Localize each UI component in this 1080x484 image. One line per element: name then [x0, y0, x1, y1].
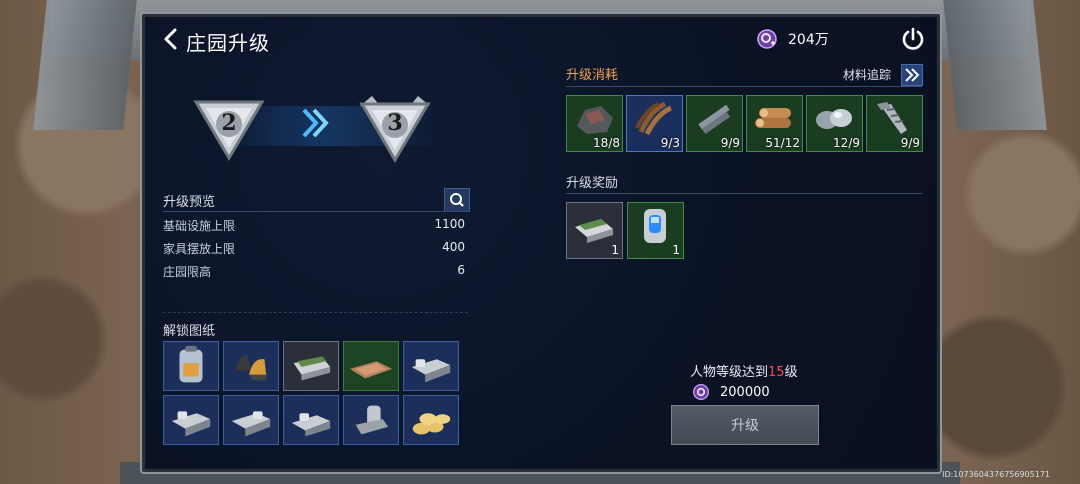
blueprint-item[interactable] — [343, 341, 399, 391]
blueprints-title: 解锁图纸 — [163, 324, 216, 339]
planter-icon — [293, 356, 331, 381]
cost-divider — [566, 86, 922, 87]
material-count: 12/9 — [833, 136, 860, 150]
chevron-right-icon — [302, 108, 329, 138]
screw-icon — [877, 102, 907, 134]
material-item[interactable]: 18/8 — [566, 95, 623, 152]
double-chevron-right-icon — [905, 68, 920, 82]
dotted-divider — [163, 312, 468, 313]
material-item[interactable]: 51/12 — [746, 95, 803, 152]
material-list: 18/8 9/3 9/9 51/12 12/9 9/9 — [566, 95, 923, 152]
gloves-icon — [235, 355, 267, 381]
material-tracking-label[interactable]: 材料追踪 — [843, 66, 891, 83]
upgrade-button[interactable]: 升级 — [671, 405, 819, 445]
machine-frame-right — [943, 0, 1047, 130]
currency-display: 204万 — [756, 28, 829, 50]
ore-icon — [577, 106, 613, 134]
planter-icon — [575, 219, 613, 243]
requirement-suffix: 级 — [784, 365, 798, 380]
metal-parts-icon — [698, 104, 731, 135]
currency-coin-icon — [693, 384, 709, 400]
stat-label: 庄园限高 — [163, 265, 212, 279]
requirement-prefix: 人物等级达到 — [690, 365, 769, 380]
blueprint-item[interactable] — [403, 395, 459, 445]
sofa-icon — [411, 359, 451, 383]
current-rank-number: 2 — [221, 110, 237, 136]
material-count: 9/3 — [660, 136, 680, 150]
rank-progression: 2 3 — [180, 92, 460, 172]
page-title: 庄园升级 — [186, 31, 270, 55]
blueprint-item[interactable] — [283, 341, 339, 391]
preview-title: 升级预览 — [163, 195, 216, 210]
backpack-icon — [179, 345, 203, 383]
blueprint-item[interactable] — [283, 395, 339, 445]
sofa-icon — [291, 413, 331, 437]
upgrade-cost: 200000 — [692, 383, 770, 401]
reward-count: 1 — [672, 243, 680, 257]
reward-list: 1 1 — [566, 202, 684, 259]
sofa-icon — [171, 411, 211, 437]
reward-item[interactable]: 1 — [627, 202, 684, 259]
stat-row: 家具摆放上限 400 — [163, 240, 465, 257]
material-item[interactable]: 9/3 — [626, 95, 683, 152]
reward-item[interactable]: 1 — [566, 202, 623, 259]
logs-icon — [755, 108, 791, 128]
stat-label: 基础设施上限 — [163, 219, 236, 233]
blueprint-item[interactable] — [343, 395, 399, 445]
glass-icon — [816, 109, 852, 129]
next-rank-number: 3 — [387, 110, 403, 136]
wood-strips-icon — [635, 101, 673, 136]
blueprint-grid — [163, 341, 459, 445]
material-count: 9/9 — [900, 136, 920, 150]
next-rank-badge: 3 — [356, 92, 434, 164]
rewards-title: 升级奖励 — [566, 176, 619, 191]
reward-count: 1 — [611, 243, 619, 257]
material-item[interactable]: 12/9 — [806, 95, 863, 152]
required-level: 15 — [768, 365, 785, 380]
back-arrow-icon[interactable] — [157, 25, 185, 53]
blueprint-item[interactable] — [223, 395, 279, 445]
material-tracking-button[interactable] — [901, 64, 923, 86]
search-icon — [450, 193, 464, 207]
currency-amount: 204万 — [788, 32, 829, 48]
level-requirement: 人物等级达到15级 — [690, 361, 798, 380]
player-id: ID:1073604376756905171 — [942, 470, 1050, 479]
capsule-icon — [644, 209, 666, 243]
currency-coin-icon — [757, 29, 777, 49]
stat-value: 1100 — [434, 217, 465, 231]
blueprint-item[interactable] — [403, 341, 459, 391]
preview-search-button[interactable] — [444, 188, 470, 212]
sandbags-icon — [412, 413, 451, 435]
blueprint-item[interactable] — [163, 395, 219, 445]
sofa-icon — [231, 411, 271, 437]
material-count: 51/12 — [765, 136, 800, 150]
machine-frame-left — [33, 0, 137, 130]
material-item[interactable]: 9/9 — [866, 95, 923, 152]
blueprint-item[interactable] — [163, 341, 219, 391]
stat-row: 基础设施上限 1100 — [163, 217, 465, 234]
stat-row: 庄园限高 6 — [163, 263, 465, 280]
current-rank-badge: 2 — [190, 92, 268, 164]
stat-label: 家具摆放上限 — [163, 242, 236, 256]
material-count: 9/9 — [720, 136, 740, 150]
rewards-divider — [566, 193, 922, 194]
material-item[interactable]: 9/9 — [686, 95, 743, 152]
blueprint-item[interactable] — [223, 341, 279, 391]
preview-divider — [163, 211, 468, 212]
cost-amount: 200000 — [720, 384, 770, 400]
material-count: 18/8 — [593, 136, 620, 150]
power-icon[interactable] — [900, 26, 926, 52]
stat-value: 400 — [442, 240, 465, 254]
rug-icon — [349, 361, 393, 379]
stat-value: 6 — [457, 263, 465, 277]
cost-title: 升级消耗 — [566, 68, 619, 83]
armchair-icon — [355, 405, 389, 435]
